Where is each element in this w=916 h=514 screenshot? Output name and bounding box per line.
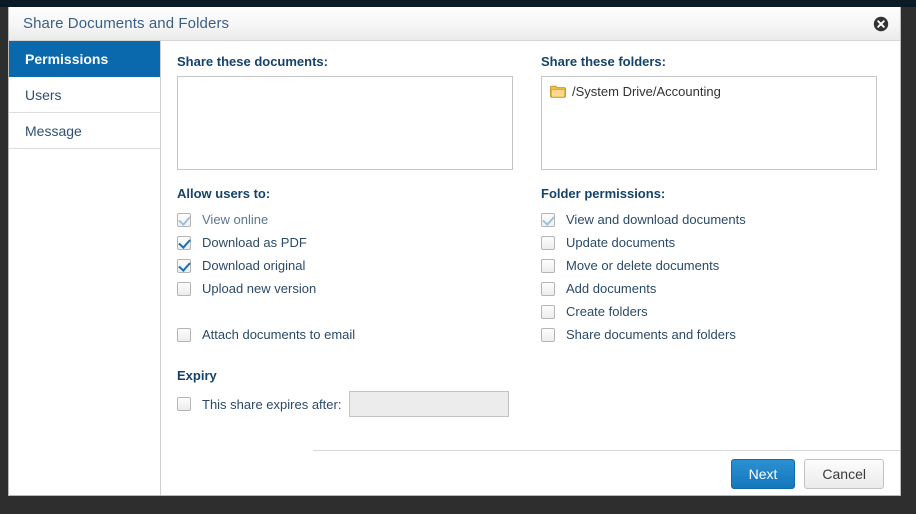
dialog-footer: Next Cancel [313, 450, 900, 495]
dialog-title: Share Documents and Folders [23, 15, 230, 32]
checkbox-move-or-delete-documents[interactable] [541, 258, 555, 273]
sidebar-item-permissions[interactable]: Permissions [9, 41, 160, 77]
checkbox-row-add-documents[interactable]: Add documents [541, 277, 877, 300]
share-documents-listbox[interactable] [177, 76, 513, 170]
checkbox-row-upload-new-version[interactable]: Upload new version [177, 277, 513, 300]
sidebar-item-message[interactable]: Message [9, 113, 160, 149]
checkbox-download-original[interactable] [177, 258, 191, 273]
checkbox-view-and-download-documents[interactable] [541, 212, 555, 227]
checkbox-share-documents-and-folders[interactable] [541, 327, 555, 342]
expiry-checkbox-label: This share expires after: [202, 396, 342, 412]
checkbox-add-documents[interactable] [541, 281, 555, 296]
expiry-label: Expiry [177, 368, 217, 383]
checkbox-row-move-or-delete-documents[interactable]: Move or delete documents [541, 254, 877, 277]
folder-permissions-label: Folder permissions: [541, 186, 666, 201]
folders-column: Share these folders: /System Drive/Accou… [541, 41, 877, 346]
next-button[interactable]: Next [730, 459, 796, 489]
checkbox-label: Upload new version [202, 281, 317, 296]
expiry-date-input[interactable] [349, 391, 510, 417]
share-folders-listbox[interactable]: /System Drive/Accounting [541, 76, 877, 170]
checkbox-row-share-documents-and-folders[interactable]: Share documents and folders [541, 323, 877, 346]
checkbox-row-view-and-download-documents[interactable]: View and download documents [541, 208, 877, 231]
checkbox-label: Move or delete documents [566, 258, 720, 273]
expiry-row: This share expires after: [177, 390, 513, 418]
dialog-content: Share these documents: Allow users to: V… [161, 41, 900, 495]
page-top-band [0, 0, 916, 7]
checkbox-row-download-as-pdf[interactable]: Download as PDF [177, 231, 513, 254]
checkbox-label: Add documents [566, 281, 657, 296]
documents-column: Share these documents: Allow users to: V… [177, 41, 513, 418]
checkbox-attach-documents-to-email[interactable] [177, 327, 191, 342]
list-item[interactable]: /System Drive/Accounting [550, 84, 868, 99]
close-icon[interactable] [873, 16, 889, 32]
checkbox-label: Download original [202, 258, 306, 273]
checkbox-label: Update documents [566, 235, 676, 250]
permissions-columns: Share these documents: Allow users to: V… [161, 41, 900, 437]
cancel-button[interactable]: Cancel [804, 459, 884, 489]
share-folders-label: Share these folders: [541, 54, 666, 69]
folder-path: /System Drive/Accounting [572, 84, 721, 99]
checkbox-download-as-pdf[interactable] [177, 235, 191, 250]
checkbox-share-expires[interactable] [177, 397, 191, 411]
checkbox-label: Attach documents to email [202, 327, 356, 342]
checkbox-upload-new-version[interactable] [177, 281, 191, 296]
checkbox-row-download-original[interactable]: Download original [177, 254, 513, 277]
page-left-overlay [0, 7, 8, 514]
checkbox-label: View online [202, 212, 269, 227]
checkbox-create-folders[interactable] [541, 304, 555, 319]
dialog-titlebar: Share Documents and Folders [9, 7, 900, 41]
sidebar-item-users[interactable]: Users [9, 77, 160, 113]
sidebar-item-label: Permissions [25, 51, 109, 67]
checkbox-row-create-folders[interactable]: Create folders [541, 300, 877, 323]
checkbox-row-update-documents[interactable]: Update documents [541, 231, 877, 254]
checkbox-label: Create folders [566, 304, 648, 319]
sidebar-item-label: Users [25, 87, 62, 103]
checkbox-row-view-online[interactable]: View online [177, 208, 513, 231]
folder-icon [550, 85, 566, 98]
dialog-body: Permissions Users Message Share these do… [9, 41, 900, 495]
sidebar-item-label: Message [25, 123, 82, 139]
checkbox-update-documents[interactable] [541, 235, 555, 250]
checkbox-row-attach-documents-to-email[interactable]: Attach documents to email [177, 323, 513, 346]
checkbox-label: View and download documents [566, 212, 746, 227]
checkbox-label: Share documents and folders [566, 327, 736, 342]
share-dialog: Share Documents and Folders Permissions … [8, 7, 901, 496]
checkbox-view-online[interactable] [177, 212, 191, 227]
allow-users-label: Allow users to: [177, 186, 271, 201]
checkbox-label: Download as PDF [202, 235, 307, 250]
dialog-sidebar: Permissions Users Message [9, 41, 161, 495]
share-documents-label: Share these documents: [177, 54, 328, 69]
footer-buttons: Next Cancel [730, 459, 884, 489]
